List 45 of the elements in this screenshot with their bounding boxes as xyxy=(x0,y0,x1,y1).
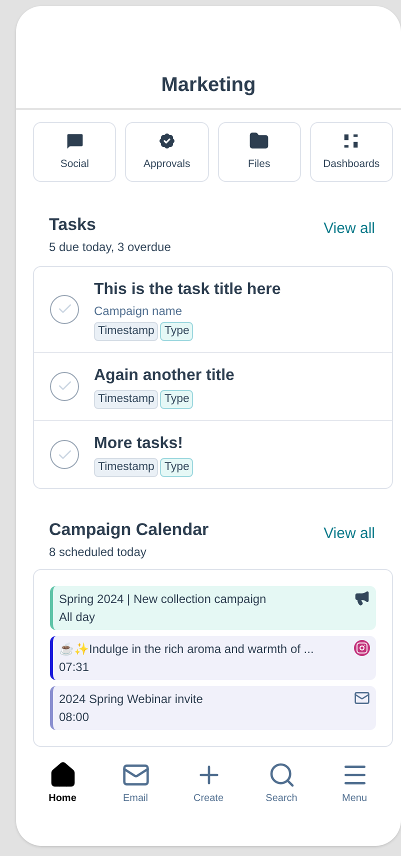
tag: Type xyxy=(160,458,194,478)
task-title: Again another title xyxy=(94,366,234,386)
shortcut-tile[interactable]: Files xyxy=(218,122,301,182)
email-icon xyxy=(354,690,370,706)
section-title: Tasks xyxy=(49,214,97,236)
event-title: 2024 Spring Webinar invite xyxy=(59,690,203,708)
section-subtitle: 8 scheduled today xyxy=(49,544,148,561)
shortcut-tile[interactable]: Social xyxy=(33,122,116,182)
task-checkbox[interactable] xyxy=(50,372,79,401)
campaign-name: Campaign name xyxy=(94,302,184,320)
event-time: 08:00 xyxy=(59,708,90,726)
view-all-link[interactable]: View all xyxy=(324,218,375,240)
nav-tab[interactable]: Home xyxy=(26,760,99,806)
instagram-icon xyxy=(354,640,370,656)
section-title: Campaign Calendar xyxy=(49,519,209,542)
event-time: 07:31 xyxy=(59,658,90,676)
tag: Timestamp xyxy=(94,322,158,341)
check-badge-icon xyxy=(156,131,177,152)
event-time: All day xyxy=(59,608,96,626)
event-title: Spring 2024 | New collection campaign xyxy=(59,590,266,608)
section-subtitle: 5 due today, 3 overdue xyxy=(49,238,171,256)
view-all-link[interactable]: View all xyxy=(324,523,375,546)
task-checkbox[interactable] xyxy=(50,440,79,470)
calendar-event[interactable]: ☕✨Indulge in the rich aroma and warmth of ... 07:31 xyxy=(50,636,376,680)
task-title: More tasks! xyxy=(94,434,184,454)
nav-tab[interactable]: Menu xyxy=(318,760,391,806)
megaphone-icon xyxy=(354,590,370,606)
tag: Timestamp xyxy=(94,390,158,409)
folder-icon xyxy=(249,131,270,152)
home-icon xyxy=(48,760,76,789)
page-title: Marketing xyxy=(161,73,256,98)
task-title: This is the task title here xyxy=(94,280,281,300)
tag: Type xyxy=(160,322,194,341)
nav-tab[interactable]: Search xyxy=(245,760,318,806)
tag: Timestamp xyxy=(94,458,158,478)
event-title: ☕✨Indulge in the rich aroma and warmth of ... xyxy=(59,640,314,658)
shortcut-tile[interactable]: Approvals xyxy=(125,122,208,182)
calendar-event[interactable]: 2024 Spring Webinar invite 08:00 xyxy=(50,686,376,730)
tag: Type xyxy=(160,390,194,409)
search-icon xyxy=(268,760,296,789)
shortcut-tile[interactable]: Dashboards xyxy=(310,122,393,182)
task-checkbox[interactable] xyxy=(50,294,79,324)
nav-tab[interactable]: Email xyxy=(99,760,172,806)
calendar-event[interactable]: Spring 2024 | New collection campaign All day xyxy=(50,586,376,630)
nav-tab[interactable]: Create xyxy=(172,760,245,806)
